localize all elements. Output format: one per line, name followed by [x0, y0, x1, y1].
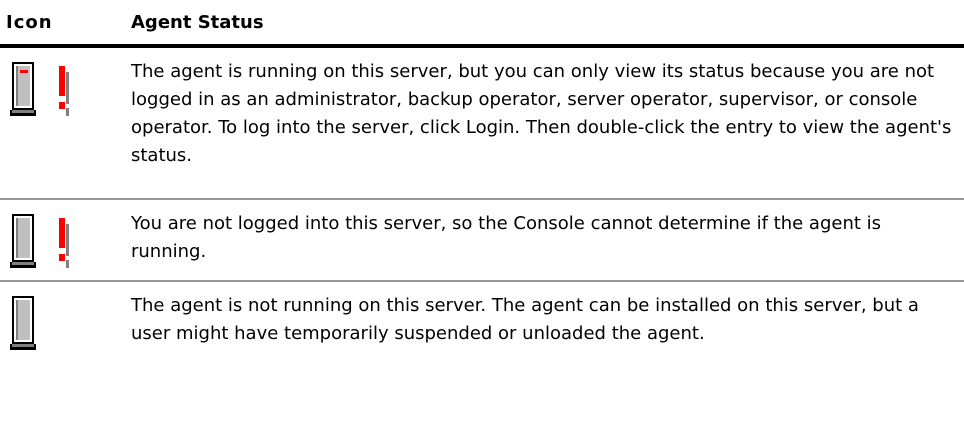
- table-row: The agent is running on this server, but…: [0, 48, 964, 200]
- header-status-column: Agent Status: [131, 11, 264, 33]
- server-not-logged-in-icon: [10, 212, 100, 276]
- status-description: You are not logged into this server, so …: [131, 213, 882, 262]
- icon-cell: [0, 282, 121, 402]
- status-description: The agent is running on this server, but…: [131, 61, 952, 166]
- icon-cell: [0, 48, 121, 198]
- table-header: Icon Agent Status: [0, 0, 964, 48]
- table-row: The agent is not running on this server.…: [0, 282, 964, 402]
- server-running-view-only-icon: [10, 60, 100, 124]
- agent-status-table: Icon Agent Status The agent is running o…: [0, 0, 964, 402]
- status-description: The agent is not running on this server.…: [131, 295, 919, 344]
- header-icon-column: Icon: [6, 11, 53, 33]
- table-row: You are not logged into this server, so …: [0, 200, 964, 282]
- icon-cell: [0, 200, 121, 280]
- server-agent-not-running-icon: [10, 294, 100, 358]
